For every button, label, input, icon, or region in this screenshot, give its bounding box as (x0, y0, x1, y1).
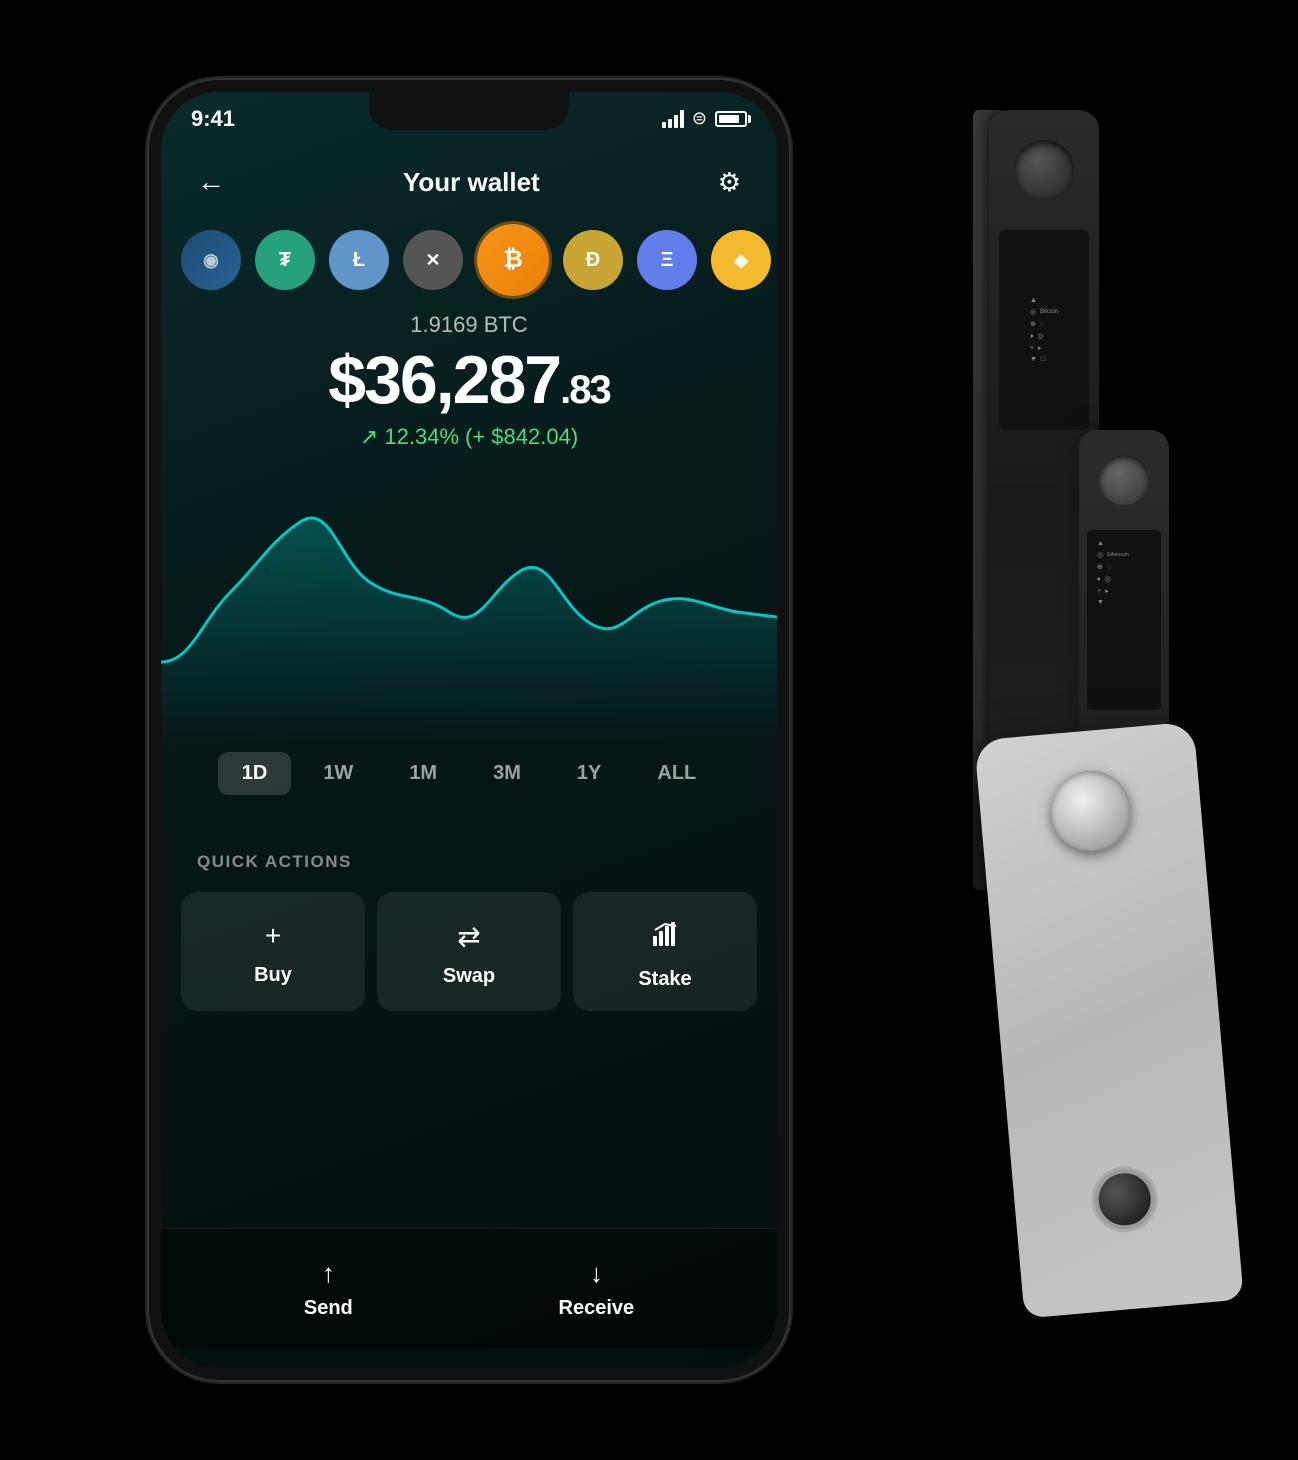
send-button[interactable]: ↑ Send (304, 1258, 353, 1320)
swap-button[interactable]: ⇄ Swap (377, 892, 561, 1011)
swap-label: Swap (443, 965, 495, 988)
fiat-main: $36,287 (328, 342, 560, 418)
time-btn-1y[interactable]: 1Y (553, 752, 625, 795)
signal-icon (662, 110, 684, 128)
wifi-icon: ⊜ (692, 108, 707, 129)
change-amount: (+ $842.04) (465, 424, 578, 450)
receive-button[interactable]: ↓ Receive (559, 1258, 635, 1320)
time-btn-1d[interactable]: 1D (218, 752, 292, 795)
time-btn-1w[interactable]: 1W (299, 752, 377, 795)
send-icon: ↑ (322, 1258, 335, 1289)
coin-bnb[interactable]: ◈ (711, 230, 771, 290)
quick-actions: + Buy ⇄ Swap (181, 892, 757, 1011)
time-period-selector: 1D 1W 1M 3M 1Y ALL (161, 752, 777, 795)
scene: 9:41 ⊜ ← Your wallet (99, 30, 1199, 1430)
coin-usdt[interactable]: ₮ (255, 230, 315, 290)
page-title: Your wallet (403, 167, 540, 198)
buy-button[interactable]: + Buy (181, 892, 365, 1011)
price-chart (161, 462, 777, 742)
phone: 9:41 ⊜ ← Your wallet (149, 80, 789, 1380)
balance-change: ↗ 12.34% (+ $842.04) (181, 424, 757, 450)
status-icons: ⊜ (662, 104, 747, 129)
hw3-button (1047, 767, 1134, 854)
time-btn-1m[interactable]: 1M (385, 752, 461, 795)
receive-label: Receive (559, 1297, 635, 1320)
stake-label: Stake (638, 968, 691, 991)
back-button[interactable]: ← (197, 166, 225, 198)
balance-section: 1.9169 BTC $36,287.83 ↗ 12.34% (+ $842.0… (161, 312, 777, 450)
battery-icon (715, 111, 747, 127)
hw3-camera (1092, 1167, 1157, 1232)
coin-btc[interactable]: ₿ (477, 224, 549, 296)
hw1-screen: ▲ ◎Bitcoin ⊕◌ ♦◎ +▸ ▼□ (999, 230, 1089, 430)
quick-actions-label: QUICK ACTIONS (197, 852, 352, 872)
fiat-cents: .83 (560, 368, 610, 412)
hw1-button (1014, 140, 1074, 200)
phone-screen: 9:41 ⊜ ← Your wallet (161, 92, 777, 1368)
bottom-nav: ↑ Send ↓ Receive (161, 1228, 777, 1348)
coin-selector: ◉ ₮ Ł ✕ ₿ Ð Ξ (161, 220, 777, 300)
hw2-button (1099, 455, 1149, 505)
coin-xrp[interactable]: ✕ (403, 230, 463, 290)
crypto-balance: 1.9169 BTC (181, 312, 757, 338)
coin-unknown[interactable]: ◉ (181, 230, 241, 290)
send-label: Send (304, 1297, 353, 1320)
coin-eth[interactable]: Ξ (637, 230, 697, 290)
time-btn-3m[interactable]: 3M (469, 752, 545, 795)
time-btn-all[interactable]: ALL (633, 752, 720, 795)
receive-icon: ↓ (590, 1258, 603, 1289)
nav-bar: ← Your wallet ⚙ (161, 147, 777, 217)
change-percent: ↗ 12.34% (360, 424, 459, 450)
coin-doge[interactable]: Ð (563, 230, 623, 290)
fiat-balance: $36,287.83 (181, 346, 757, 414)
swap-icon: ⇄ (457, 920, 480, 953)
notch (369, 92, 569, 130)
coin-ltc[interactable]: Ł (329, 230, 389, 290)
settings-button[interactable]: ⚙ (718, 167, 741, 198)
buy-label: Buy (254, 964, 292, 987)
status-time: 9:41 (191, 104, 235, 132)
stake-icon (650, 920, 680, 956)
stake-button[interactable]: Stake (573, 892, 757, 1011)
hw-wallet-3 (974, 722, 1244, 1319)
buy-icon: + (265, 920, 281, 952)
